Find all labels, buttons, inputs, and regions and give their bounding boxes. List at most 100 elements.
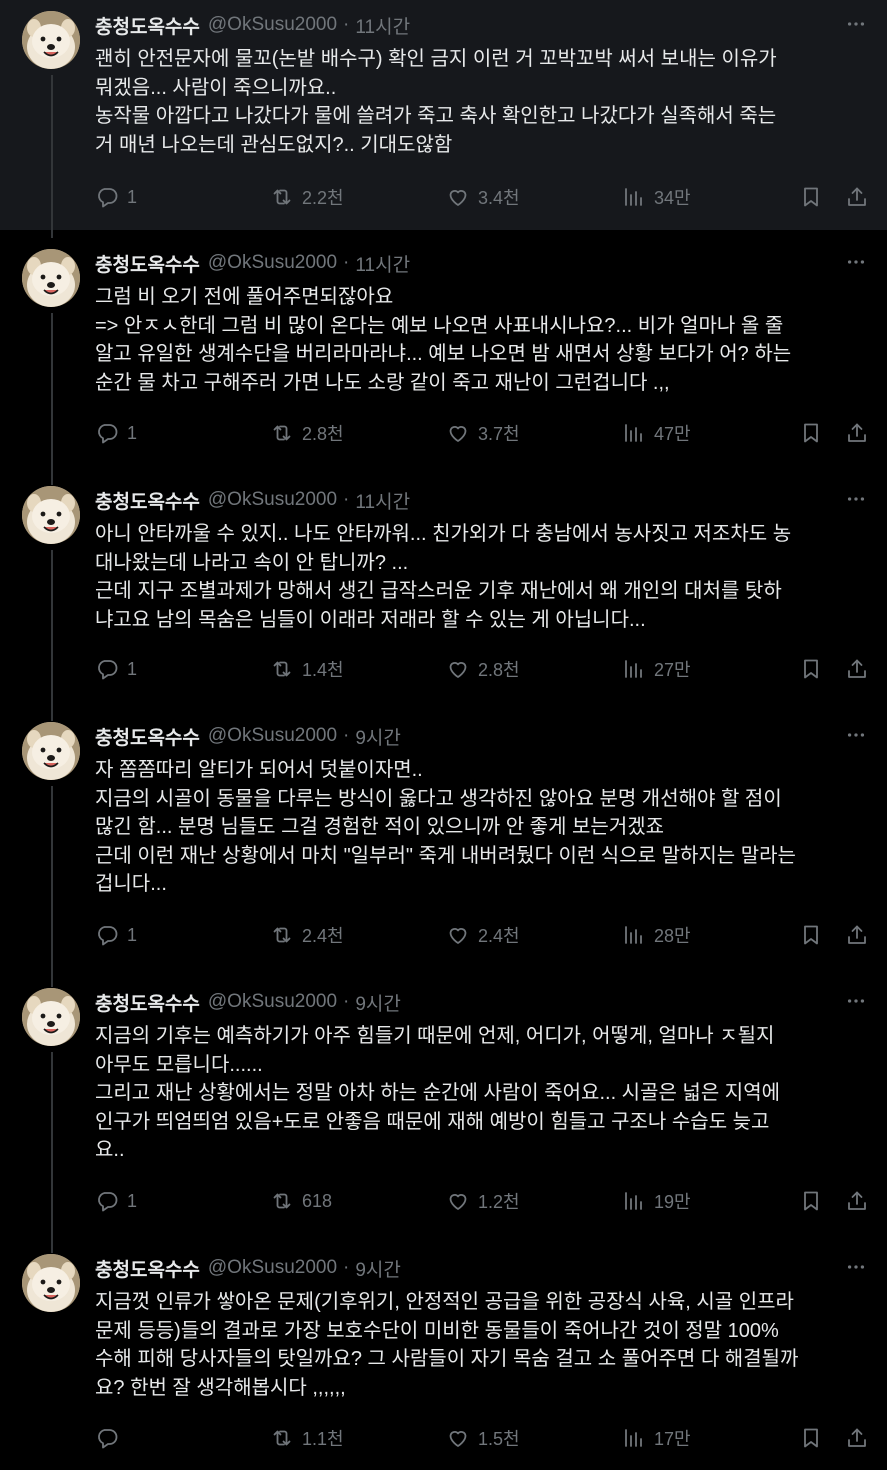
reply-button[interactable]: 1 (95, 1186, 137, 1216)
timestamp[interactable]: 9시간 (355, 1255, 401, 1282)
views-button[interactable]: 47만 (622, 418, 691, 448)
retweets-count: 618 (302, 1190, 333, 1211)
tweet-text-line: 냐고요 남의 목숨은 님들이 이래라 저래라 할 수 있는 게 아닙니다... (95, 608, 646, 631)
retweet-button[interactable]: 618 (270, 1186, 332, 1216)
tweet-text: 지금의 기후는 예측하기가 아주 힘들기 때문에 언제, 어디가, 어떻게, 얼… (95, 1022, 870, 1165)
reply-button[interactable] (95, 1423, 127, 1453)
bookmark-icon (799, 1426, 823, 1450)
avatar[interactable] (22, 1254, 80, 1312)
more-options-button[interactable] (843, 1257, 869, 1277)
tweet-header: 충청도옥수수 @OkSusu2000 · 9시간 (95, 1255, 401, 1281)
reply-button[interactable]: 1 (95, 920, 137, 950)
timestamp[interactable]: 11시간 (355, 250, 410, 277)
heart-icon (446, 1426, 478, 1450)
share-button[interactable] (842, 182, 872, 212)
retweet-icon (270, 923, 302, 947)
tweet-text-line: 아무도 모릅니다...... (95, 1053, 263, 1076)
more-options-button[interactable] (843, 252, 869, 272)
display-name[interactable]: 충청도옥수수 (95, 723, 200, 750)
display-name[interactable]: 충청도옥수수 (95, 250, 200, 277)
user-handle[interactable]: @OkSusu2000 (208, 489, 337, 511)
avatar[interactable] (22, 722, 80, 780)
separator-dot: · (343, 252, 350, 273)
likes-count: 3.4천 (478, 188, 520, 208)
tweet-text-line: 요.. (95, 1139, 125, 1161)
tweet-text-line: 지금껏 인류가 쌓아온 문제(기후위기, 안정적인 공급을 위한 공장식 사육,… (95, 1291, 794, 1313)
like-button[interactable]: 3.7천 (446, 418, 520, 448)
timestamp[interactable]: 9시간 (355, 989, 401, 1016)
bookmark-icon (799, 421, 823, 445)
bookmark-button[interactable] (796, 1186, 826, 1216)
replies-count: 1 (127, 186, 138, 207)
tweet-text-line: 수해 피해 당사자들의 탓일까요? 그 사람들이 자기 목숨 걸고 소 풀어주면… (95, 1348, 799, 1370)
user-handle[interactable]: @OkSusu2000 (208, 991, 337, 1013)
avatar[interactable] (22, 988, 80, 1046)
user-handle[interactable]: @OkSusu2000 (208, 252, 337, 274)
display-name[interactable]: 충청도옥수수 (95, 487, 200, 514)
views-button[interactable]: 34만 (622, 182, 691, 212)
display-name[interactable]: 충청도옥수수 (95, 989, 200, 1016)
views-count: 27만 (654, 660, 691, 680)
reply-button[interactable]: 1 (95, 654, 137, 684)
avatar[interactable] (22, 11, 80, 69)
tweet[interactable]: 충청도옥수수 @OkSusu2000 · 11시간 아니 안타까울 수 있지..… (0, 475, 887, 711)
tweet[interactable]: 충청도옥수수 @OkSusu2000 · 9시간 지금의 기후는 예측하기가 아… (0, 977, 887, 1243)
action-bar: 1 2.8천 3.7천 47만 (0, 418, 887, 448)
tweet[interactable]: 충청도옥수수 @OkSusu2000 · 9시간 자 쫌쫌따리 알티가 되어서 … (0, 711, 887, 977)
more-options-button[interactable] (843, 489, 869, 509)
share-button[interactable] (842, 1186, 872, 1216)
tweet-text-line: 요? 한번 잘 생각해봅시다 ,,,,,, (95, 1376, 346, 1399)
retweet-button[interactable]: 2.2천 (270, 182, 344, 212)
share-button[interactable] (842, 1423, 872, 1453)
like-button[interactable]: 3.4천 (446, 182, 520, 212)
retweet-button[interactable]: 2.4천 (270, 920, 344, 950)
analytics-icon (622, 185, 654, 209)
views-button[interactable]: 27만 (622, 654, 691, 684)
user-handle[interactable]: @OkSusu2000 (208, 725, 337, 747)
display-name[interactable]: 충청도옥수수 (95, 12, 200, 39)
tweet[interactable]: 충청도옥수수 @OkSusu2000 · 11시간 괜히 안전문자에 물꼬(논밭… (0, 0, 887, 230)
like-button[interactable]: 1.2천 (446, 1186, 520, 1216)
like-button[interactable]: 2.4천 (446, 920, 520, 950)
dog-avatar-icon (22, 249, 80, 307)
views-button[interactable]: 28만 (622, 920, 691, 950)
display-name[interactable]: 충청도옥수수 (95, 1255, 200, 1282)
reply-button[interactable]: 1 (95, 418, 137, 448)
views-count: 17만 (654, 1429, 691, 1449)
share-icon (845, 1426, 869, 1450)
bookmark-button[interactable] (796, 1423, 826, 1453)
more-options-button[interactable] (843, 725, 869, 745)
share-button[interactable] (842, 654, 872, 684)
bookmark-icon (799, 1189, 823, 1213)
more-options-button[interactable] (843, 991, 869, 1011)
analytics-icon (622, 923, 654, 947)
like-button[interactable]: 2.8천 (446, 654, 520, 684)
views-button[interactable]: 19만 (622, 1186, 691, 1216)
user-handle[interactable]: @OkSusu2000 (208, 14, 337, 36)
timestamp[interactable]: 11시간 (355, 487, 410, 514)
views-button[interactable]: 17만 (622, 1423, 691, 1453)
user-handle[interactable]: @OkSusu2000 (208, 1257, 337, 1279)
avatar[interactable] (22, 249, 80, 307)
retweets-count: 1.4천 (302, 660, 344, 680)
timestamp[interactable]: 11시간 (355, 12, 410, 39)
retweet-button[interactable]: 2.8천 (270, 418, 344, 448)
share-button[interactable] (842, 920, 872, 950)
timestamp[interactable]: 9시간 (355, 723, 401, 750)
retweet-button[interactable]: 1.1천 (270, 1423, 344, 1453)
bookmark-button[interactable] (796, 654, 826, 684)
more-options-button[interactable] (843, 14, 869, 34)
like-button[interactable]: 1.5천 (446, 1423, 520, 1453)
bookmark-button[interactable] (796, 182, 826, 212)
reply-button[interactable]: 1 (95, 182, 137, 212)
retweet-button[interactable]: 1.4천 (270, 654, 344, 684)
retweet-icon (270, 1189, 302, 1213)
separator-dot: · (343, 14, 350, 35)
tweet[interactable]: 충청도옥수수 @OkSusu2000 · 9시간 지금껏 인류가 쌓아온 문제(… (0, 1243, 887, 1470)
share-button[interactable] (842, 418, 872, 448)
avatar[interactable] (22, 486, 80, 544)
tweet[interactable]: 충청도옥수수 @OkSusu2000 · 11시간 그럼 비 오기 전에 풀어주… (0, 230, 887, 475)
tweet-text-line: 괜히 안전문자에 물꼬(논밭 배수구) 확인 금지 이런 거 꼬박꼬박 써서 보… (95, 48, 777, 70)
bookmark-button[interactable] (796, 920, 826, 950)
bookmark-button[interactable] (796, 418, 826, 448)
